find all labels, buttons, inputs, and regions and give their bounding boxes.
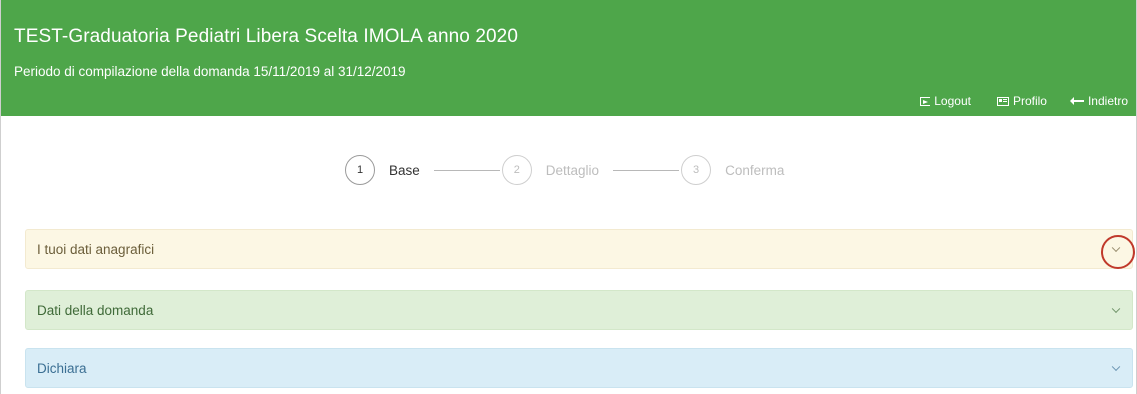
panel-dati-anagrafici[interactable]: I tuoi dati anagrafici — [25, 229, 1133, 269]
chevron-down-icon[interactable] — [1111, 243, 1121, 253]
logout-label: Logout — [934, 94, 971, 108]
step-label: Dettaglio — [545, 162, 600, 178]
step-connector — [613, 169, 680, 171]
step-label: Base — [389, 162, 420, 178]
step-number: 1 — [345, 155, 375, 185]
arrow-left-icon — [1069, 97, 1084, 105]
panel-title: Dati della domanda — [37, 302, 154, 318]
profile-card-icon — [996, 96, 1009, 106]
page-frame: TEST-Graduatoria Pediatri Libera Scelta … — [0, 0, 1137, 394]
logout-link[interactable]: Logout — [920, 94, 971, 108]
back-label: Indietro — [1087, 94, 1128, 108]
step-base: 1 Base — [345, 155, 420, 185]
step-conferma: 3 Conferma — [681, 155, 784, 185]
panel-title: Dichiara — [37, 360, 87, 376]
page-subtitle: Periodo di compilazione della domanda 15… — [14, 64, 406, 79]
step-connector — [433, 169, 500, 171]
profile-link[interactable]: Profilo — [996, 94, 1047, 108]
step-number: 2 — [501, 155, 532, 185]
step-number: 3 — [681, 155, 712, 185]
panel-dati-domanda[interactable]: Dati della domanda — [25, 290, 1133, 330]
wizard-stepper: 1 Base 2 Dettaglio 3 Conferma — [345, 153, 784, 187]
chevron-down-icon[interactable] — [1111, 304, 1121, 314]
back-link[interactable]: Indietro — [1069, 94, 1128, 108]
panel-title: I tuoi dati anagrafici — [37, 241, 155, 257]
page-title: TEST-Graduatoria Pediatri Libera Scelta … — [14, 26, 518, 47]
step-label: Conferma — [725, 162, 785, 178]
app-header: TEST-Graduatoria Pediatri Libera Scelta … — [1, 0, 1136, 116]
header-actions: Logout Profilo Indietro — [920, 94, 1128, 108]
step-dettaglio: 2 Dettaglio — [501, 155, 600, 185]
chevron-down-icon[interactable] — [1111, 362, 1121, 372]
panel-dichiara[interactable]: Dichiara — [25, 348, 1133, 388]
profile-label: Profilo — [1012, 94, 1047, 108]
logout-icon — [920, 96, 931, 106]
